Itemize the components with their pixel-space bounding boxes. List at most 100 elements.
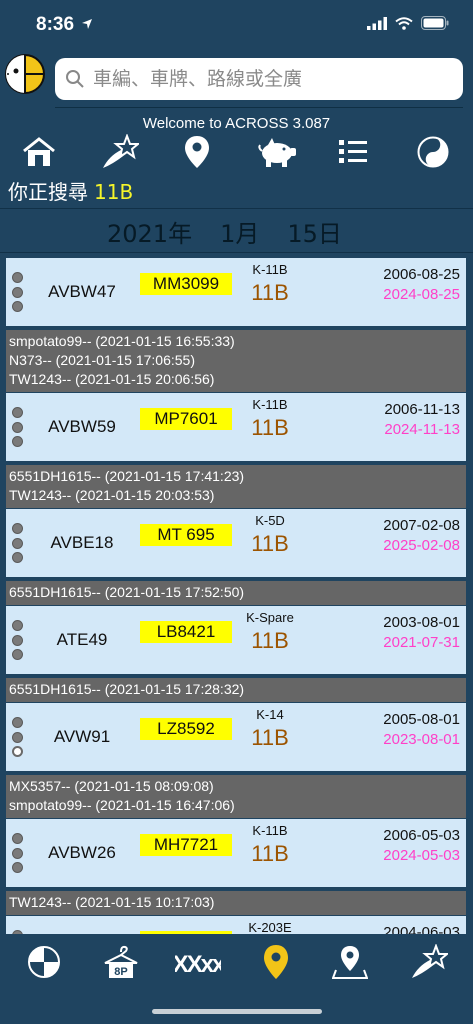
nav-icon-row bbox=[0, 133, 473, 173]
registration-date: 2005-08-01 bbox=[383, 711, 460, 728]
location-pin-icon[interactable] bbox=[256, 942, 296, 982]
sighting-notes: TW1243-- (2021-01-15 10:17:03) bbox=[6, 891, 466, 916]
search-status-route: 11B bbox=[94, 180, 134, 204]
bus-model: K-14 bbox=[256, 707, 284, 722]
bus-model: K-11B bbox=[252, 397, 288, 412]
status-dot bbox=[12, 552, 23, 563]
bus-route: 11B bbox=[251, 415, 289, 440]
shooting-star-icon[interactable] bbox=[408, 942, 448, 982]
sighting-note: smpotato99-- (2021-01-15 16:47:06) bbox=[9, 797, 235, 813]
sighting-note: MX5357-- (2021-01-15 08:09:08) bbox=[9, 778, 214, 794]
status-dot bbox=[12, 421, 23, 433]
app-logo-icon[interactable] bbox=[4, 53, 46, 95]
sighting-notes: MX5357-- (2021-01-15 08:09:08) smpotato99… bbox=[6, 775, 466, 819]
fleet-number: AVBW59 bbox=[48, 417, 116, 436]
status-dot bbox=[12, 620, 23, 631]
bus-route: 11B bbox=[251, 628, 289, 653]
bus-model: K-5D bbox=[255, 513, 285, 528]
sighting-note: smpotato99-- (2021-01-15 16:55:33) bbox=[9, 333, 235, 349]
yin-yang-icon[interactable] bbox=[410, 133, 456, 171]
license-plate: LM1933 bbox=[140, 931, 232, 934]
list-icon[interactable] bbox=[330, 133, 376, 171]
search-status: 你正搜尋 11B bbox=[8, 176, 133, 205]
wifi-icon bbox=[395, 16, 413, 30]
bus-route: 11B bbox=[251, 841, 289, 866]
status-dot bbox=[12, 301, 23, 312]
hanger-8p-icon[interactable]: 8P bbox=[101, 942, 141, 982]
license-plate: MT 695 bbox=[140, 524, 232, 546]
status-dots bbox=[12, 833, 24, 873]
date-selector[interactable]: 2021年 1月 15日 bbox=[107, 214, 370, 249]
fleet-number: AVW91 bbox=[53, 727, 111, 746]
date-year[interactable]: 2021年 bbox=[107, 220, 192, 248]
status-dot bbox=[12, 649, 23, 660]
bus-row[interactable]: AVBE18 MT 695 K-5D 11B 2007-02-08 2025-02-08 bbox=[6, 509, 466, 577]
status-dot bbox=[12, 862, 23, 873]
sighting-notes: 6551DH1615-- (2021-01-15 17:41:23) TW1243… bbox=[6, 465, 466, 509]
bus-row[interactable]: AVW91 LZ8592 K-14 11B 2005-08-01 2023-08-01 bbox=[6, 703, 466, 771]
registration-date: 2003-08-01 bbox=[383, 614, 460, 631]
bus-list[interactable]: AVBW47 MM3099 K-11B 11B 2006-08-25 2024-08-25… bbox=[6, 258, 466, 934]
search-divider bbox=[55, 107, 463, 108]
bus-route: 11B bbox=[251, 280, 289, 305]
status-dot bbox=[12, 523, 23, 534]
sighting-notes: 6551DH1615-- (2021-01-15 17:28:32) bbox=[6, 678, 466, 703]
sighting-note: 6551DH1615-- (2021-01-15 17:52:50) bbox=[9, 584, 245, 600]
status-dot bbox=[12, 731, 23, 743]
status-dot bbox=[12, 436, 23, 447]
date-day[interactable]: 15日 bbox=[287, 220, 342, 248]
search-bar[interactable] bbox=[55, 58, 463, 100]
sighting-note: TW1243-- (2021-01-15 20:03:53) bbox=[9, 487, 215, 503]
registration-date: 2006-08-25 bbox=[383, 266, 460, 283]
bus-route: 11B bbox=[251, 531, 289, 556]
status-dot bbox=[12, 717, 23, 728]
xxxx-icon[interactable]: XXxx bbox=[175, 942, 221, 982]
search-status-label: 你正搜尋 bbox=[8, 180, 88, 204]
expiry-date: 2021-07-31 bbox=[383, 634, 460, 651]
fleet-number: AVBE18 bbox=[50, 533, 114, 552]
divider bbox=[0, 208, 473, 209]
xxxx-label: XXxx bbox=[175, 951, 221, 978]
sighting-notes: smpotato99-- (2021-01-15 16:55:33) N373--… bbox=[6, 330, 466, 393]
welcome-text: Welcome to ACROSS 3.087 bbox=[142, 115, 331, 132]
registration-date: 2007-02-08 bbox=[383, 517, 460, 534]
status-dot bbox=[12, 407, 23, 418]
bus-row[interactable]: AVBW47 MM3099 K-11B 11B 2006-08-25 2024-08-25 bbox=[6, 258, 466, 326]
fleet-number: AVBW26 bbox=[48, 843, 116, 862]
status-dots bbox=[12, 717, 24, 757]
pig-icon[interactable] bbox=[254, 133, 300, 171]
expiry-date: 2024-11-13 bbox=[384, 421, 460, 438]
bus-row[interactable]: AVBW59 MP7601 K-11B 11B 2006-11-13 2024-11-13 bbox=[6, 393, 466, 461]
bus-row[interactable]: ATE49 LB8421 K-Spare 11B 2003-08-01 2021-07-3… bbox=[6, 606, 466, 674]
signal-icon bbox=[367, 16, 387, 30]
home-indicator[interactable] bbox=[152, 1009, 322, 1014]
sighting-note: TW1243-- (2021-01-15 20:06:56) bbox=[9, 371, 215, 387]
status-indicators bbox=[367, 16, 449, 30]
bus-row[interactable]: AVW42LM1933K-203E11B2004-06-032022-06-03 bbox=[6, 916, 466, 934]
sighting-note: 6551DH1615-- (2021-01-15 17:41:23) bbox=[9, 468, 245, 484]
status-bar: 8:36 bbox=[0, 0, 473, 48]
pie-chart-icon[interactable] bbox=[24, 942, 64, 982]
map-pin-icon[interactable] bbox=[330, 942, 370, 982]
expiry-date: 2023-08-01 bbox=[383, 731, 460, 748]
license-plate: MM3099 bbox=[140, 273, 232, 295]
status-time: 8:36 bbox=[36, 14, 93, 36]
status-dot bbox=[12, 746, 23, 757]
shooting-star-icon[interactable] bbox=[96, 133, 142, 171]
expiry-date: 2024-05-03 bbox=[383, 847, 460, 864]
location-pin-icon[interactable] bbox=[174, 133, 220, 171]
home-icon[interactable] bbox=[16, 133, 62, 171]
bus-model: K-11B bbox=[252, 823, 288, 838]
fleet-number: AVW42 bbox=[30, 916, 134, 934]
status-dots bbox=[12, 523, 24, 563]
license-plate: LB8421 bbox=[140, 621, 232, 643]
bus-row[interactable]: AVBW26 MH7721 K-11B 11B 2006-05-03 2024-05-03 bbox=[6, 819, 466, 887]
registration-date: 2006-11-13 bbox=[384, 401, 460, 418]
location-arrow-icon bbox=[82, 19, 93, 29]
expiry-date: 2024-08-25 bbox=[383, 286, 460, 303]
fleet-number: ATE49 bbox=[56, 630, 108, 649]
status-dots bbox=[12, 620, 24, 660]
date-month[interactable]: 1月 bbox=[220, 220, 259, 248]
license-plate: MH7721 bbox=[140, 834, 232, 856]
search-input[interactable] bbox=[93, 68, 433, 90]
